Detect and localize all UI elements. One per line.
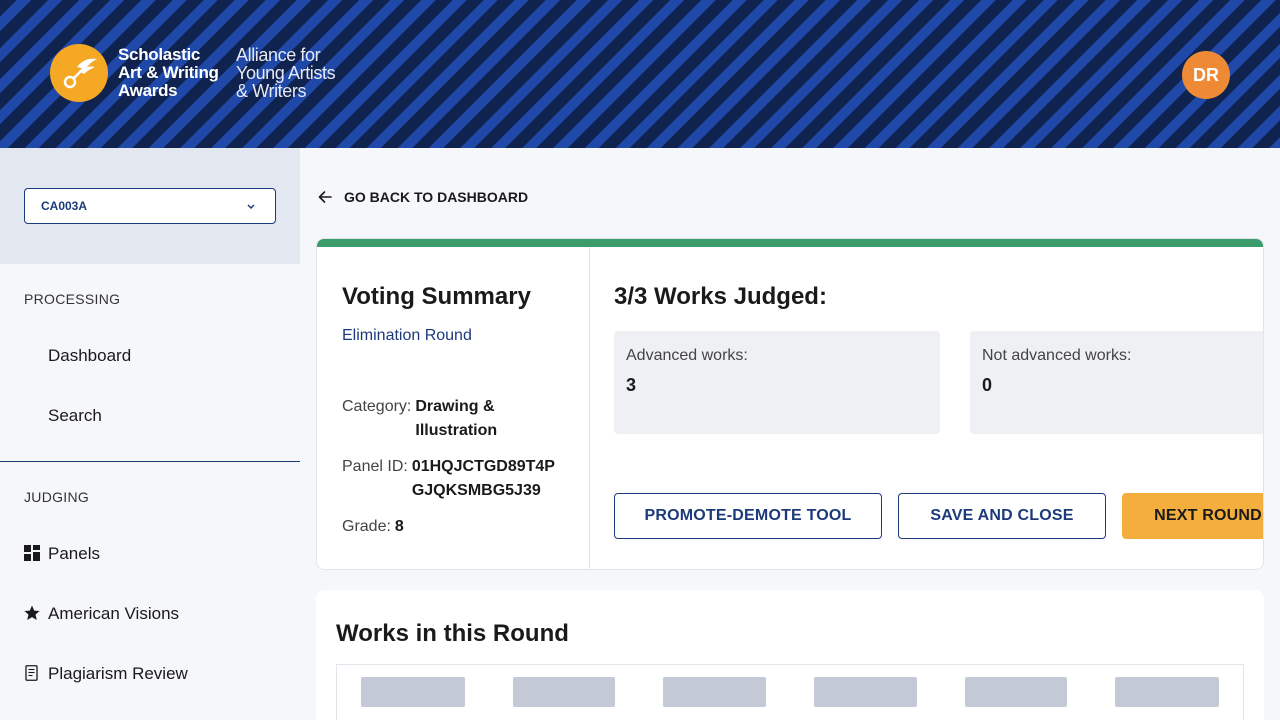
region-select-value: CA003A (41, 199, 88, 213)
sidebar-item-panels[interactable]: Panels (48, 544, 100, 564)
sidebar-divider (0, 461, 300, 462)
grade-label: Grade: (342, 518, 391, 535)
user-avatar[interactable]: DR (1182, 51, 1230, 99)
chevron-down-icon (247, 204, 255, 210)
voting-summary-title: Voting Summary (342, 283, 531, 310)
advanced-works-label: Advanced works: (626, 347, 748, 364)
loading-placeholder (965, 677, 1067, 707)
works-table (336, 664, 1244, 720)
logo-tagline: Alliance for Young Artists & Writers (236, 45, 336, 101)
not-advanced-works-label: Not advanced works: (982, 347, 1132, 364)
not-advanced-works-box: Not advanced works: 0 (970, 331, 1263, 434)
sidebar: CA003A PROCESSING Dashboard Search JUDGI… (0, 148, 300, 720)
round-name: Elimination Round (342, 327, 472, 344)
advanced-works-count: 3 (626, 375, 637, 395)
promote-demote-tool-button[interactable]: PROMOTE-DEMOTE TOOL (614, 493, 882, 539)
sidebar-item-plagiarism-review[interactable]: Plagiarism Review (48, 664, 188, 684)
category-row: Category: Drawing & Illustration (342, 395, 497, 443)
loading-placeholder (1115, 677, 1219, 707)
panel-id-label: Panel ID: (342, 458, 408, 475)
advanced-works-box: Advanced works: 3 (614, 331, 940, 434)
arrow-left-icon (318, 191, 332, 203)
category-value: Drawing & Illustration (415, 398, 498, 439)
sidebar-item-search[interactable]: Search (48, 406, 102, 426)
sidebar-item-american-visions[interactable]: American Visions (48, 604, 179, 624)
not-advanced-works-count: 0 (982, 375, 993, 395)
logo-wordmark: Scholastic Art & Writing Awards (118, 45, 219, 100)
panel-id-value: 01HQJCTGD89T4P GJQKSMBG5J39 (411, 458, 555, 499)
processing-section-label: PROCESSING (24, 291, 121, 307)
category-label: Category: (342, 398, 412, 415)
next-round-button[interactable]: NEXT ROUND (1122, 493, 1263, 539)
document-icon (25, 665, 38, 681)
loading-placeholder (663, 677, 766, 707)
grade-row: Grade: 8 (342, 515, 404, 539)
loading-placeholder (361, 677, 465, 707)
site-header: Scholastic Art & Writing Awards Alliance… (0, 0, 1280, 148)
sidebar-selector-area: CA003A (0, 148, 300, 264)
card-divider (589, 247, 590, 569)
works-in-round-card: Works in this Round (316, 590, 1264, 720)
voting-summary-card: Voting Summary Elimination Round Categor… (316, 238, 1264, 570)
key-feather-icon (63, 58, 97, 89)
loading-placeholder (814, 677, 917, 707)
sidebar-item-dashboard[interactable]: Dashboard (48, 346, 131, 366)
loading-placeholder (513, 677, 615, 707)
grid-icon (24, 545, 40, 561)
judging-section-label: JUDGING (24, 489, 90, 505)
scholastic-logo-icon[interactable] (50, 44, 108, 102)
card-status-bar (317, 239, 1263, 247)
panel-id-row: Panel ID: 01HQJCTGD89T4P GJQKSMBG5J39 (342, 455, 555, 503)
region-select[interactable]: CA003A (24, 188, 276, 224)
star-icon (24, 605, 40, 620)
back-to-dashboard-label: GO BACK TO DASHBOARD (344, 189, 529, 205)
save-and-close-button[interactable]: SAVE AND CLOSE (898, 493, 1106, 539)
works-in-round-title: Works in this Round (336, 620, 569, 647)
back-to-dashboard-link[interactable]: GO BACK TO DASHBOARD (318, 189, 528, 205)
grade-value: 8 (394, 518, 404, 535)
works-judged-title: 3/3 Works Judged: (614, 283, 827, 310)
